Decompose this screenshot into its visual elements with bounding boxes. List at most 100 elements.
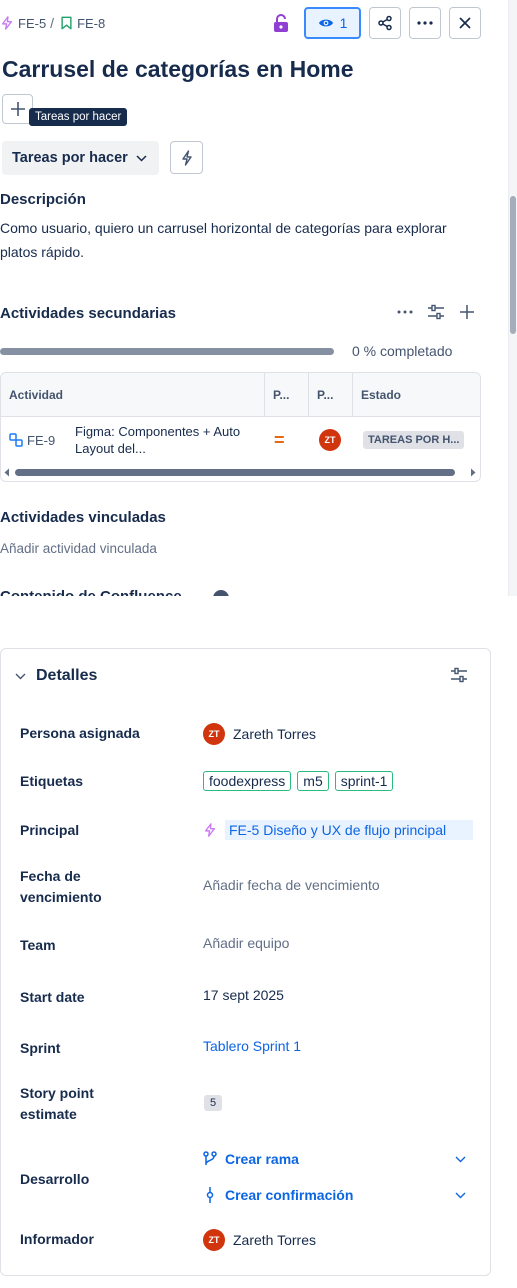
priority-medium-icon: =: [274, 429, 285, 450]
more-actions-button[interactable]: [409, 7, 441, 39]
more-icon[interactable]: [397, 310, 413, 314]
breadcrumb-parent-link[interactable]: FE-5: [18, 16, 46, 31]
field-label: Sprint: [20, 1040, 61, 1056]
chevron-down-icon[interactable]: [455, 1192, 466, 1199]
field-label: Desarrollo: [20, 1171, 90, 1187]
scrollbar-thumb[interactable]: [15, 469, 455, 476]
breadcrumb-issue-key[interactable]: FE-8: [77, 16, 105, 31]
start-date-value[interactable]: 17 sept 2025: [203, 987, 284, 1003]
avatar: ZT: [319, 429, 341, 451]
details-settings-button[interactable]: [450, 667, 468, 688]
epic-icon: [1, 16, 13, 30]
scrollbar-thumb[interactable]: [510, 196, 516, 334]
create-commit-button[interactable]: Crear confirmación: [203, 1187, 480, 1203]
labels-value[interactable]: foodexpress m5 sprint-1: [203, 771, 394, 791]
table-row[interactable]: FE-9 Figma: Componentes + Auto Layout de…: [1, 417, 480, 463]
label-chip[interactable]: sprint-1: [334, 771, 394, 791]
avatar: ZT: [203, 723, 225, 745]
plus-icon: [10, 102, 25, 116]
field-label: Start date: [20, 989, 85, 1005]
watch-button[interactable]: 1: [304, 7, 361, 39]
restriction-button[interactable]: [266, 8, 296, 38]
reporter-name: Zareth Torres: [233, 1232, 316, 1248]
label-chip[interactable]: foodexpress: [203, 771, 292, 791]
tooltip: Tareas por hacer: [29, 108, 128, 126]
plus-icon[interactable]: [459, 304, 475, 320]
description-heading: Descripción: [0, 191, 86, 208]
header-actions: 1: [266, 6, 481, 40]
avatar: ZT: [203, 1229, 225, 1251]
assignee-value[interactable]: ZT Zareth Torres: [203, 723, 316, 745]
linked-work-heading: Actividades vinculadas: [0, 509, 166, 526]
issue-view-panel: FE-5 / FE-8 1 Carrusel de categorías en …: [0, 0, 517, 596]
subtask-icon: [9, 433, 23, 447]
status-badge: TAREAS POR H...: [363, 431, 465, 449]
status-dropdown[interactable]: Tareas por hacer: [2, 141, 159, 175]
progress-bar: [0, 348, 334, 355]
filter-settings-icon[interactable]: [427, 304, 445, 320]
assignee-name: Zareth Torres: [233, 726, 316, 742]
breadcrumb-separator: /: [50, 15, 55, 31]
horizontal-scrollbar[interactable]: [1, 465, 480, 479]
close-button[interactable]: [449, 7, 481, 39]
field-label: Persona asignada: [20, 725, 140, 741]
automation-button[interactable]: [170, 141, 203, 174]
table-header: Actividad P... P... Estado: [1, 373, 480, 417]
child-work-actions: [397, 304, 475, 320]
label-chip[interactable]: m5: [297, 771, 329, 791]
scroll-left-icon[interactable]: [4, 468, 10, 477]
team-value[interactable]: Añadir equipo: [203, 935, 289, 951]
child-issue-summary[interactable]: Figma: Componentes + Auto Layout del...: [75, 417, 255, 463]
eye-icon: [318, 19, 333, 27]
story-icon: [61, 16, 72, 30]
column-header-activity[interactable]: Actividad: [1, 373, 265, 417]
field-label: Story point estimate: [20, 1085, 94, 1122]
sprint-link[interactable]: Tablero Sprint 1: [203, 1038, 301, 1054]
chevron-down-icon: [15, 673, 26, 679]
assignee-cell[interactable]: ZT: [319, 417, 341, 463]
commit-icon: [206, 1187, 214, 1203]
child-issue-key-text: FE-9: [27, 432, 56, 448]
details-toggle[interactable]: Detalles: [15, 667, 97, 685]
breadcrumb: FE-5 / FE-8: [0, 15, 105, 31]
story-points-value[interactable]: 5: [204, 1095, 223, 1111]
child-work-heading: Actividades secundarias: [0, 305, 176, 322]
settings-sliders-icon: [451, 667, 467, 683]
epic-icon: [204, 823, 216, 837]
field-development: Desarrollo Crear rama Crear confirmación: [20, 1151, 480, 1211]
column-header-status[interactable]: Estado: [353, 373, 480, 417]
details-panel: Detalles Persona asignada ZT Zareth Torr…: [0, 648, 491, 1276]
description-text[interactable]: Como usuario, quiero un carrusel horizon…: [0, 216, 470, 264]
issue-header: FE-5 / FE-8 1: [0, 6, 500, 40]
field-label: Etiquetas: [20, 773, 84, 789]
chevron-down-icon[interactable]: [455, 1156, 466, 1163]
status-dropdown-label: Tareas por hacer: [12, 150, 128, 166]
field-label: Informador: [20, 1231, 94, 1247]
vertical-scrollbar[interactable]: [508, 0, 517, 596]
story-points-badge: 5: [204, 1095, 223, 1111]
parent-value[interactable]: FE-5 Diseño y UX de flujo principal: [203, 820, 473, 840]
create-branch-label: Crear rama: [225, 1151, 299, 1167]
create-commit-label: Crear confirmación: [225, 1187, 354, 1203]
reporter-value[interactable]: ZT Zareth Torres: [203, 1229, 316, 1251]
issue-title[interactable]: Carrusel de categorías en Home: [2, 56, 354, 83]
share-icon: [378, 15, 392, 31]
column-header-assignee[interactable]: P...: [309, 373, 353, 417]
info-icon: [213, 590, 229, 596]
child-work-table: Actividad P... P... Estado FE-9 Figma: C…: [0, 372, 481, 482]
parent-link[interactable]: FE-5 Diseño y UX de flujo principal: [225, 820, 473, 840]
confluence-heading: Contenido de Confluence: [0, 588, 182, 596]
scroll-right-icon[interactable]: [470, 468, 476, 477]
close-icon: [459, 17, 471, 29]
add-linked-work-link[interactable]: Añadir actividad vinculada: [0, 541, 157, 556]
lightning-icon: [181, 149, 192, 166]
unlock-icon: [274, 14, 288, 32]
create-branch-button[interactable]: Crear rama: [203, 1151, 480, 1167]
status-cell[interactable]: TAREAS POR H...: [363, 417, 465, 463]
child-issue-key[interactable]: FE-9: [9, 417, 55, 463]
details-heading: Detalles: [36, 667, 98, 684]
field-label: Team: [20, 937, 56, 953]
column-header-priority[interactable]: P...: [265, 373, 309, 417]
share-button[interactable]: [369, 7, 401, 39]
due-date-value[interactable]: Añadir fecha de vencimiento: [203, 877, 380, 893]
